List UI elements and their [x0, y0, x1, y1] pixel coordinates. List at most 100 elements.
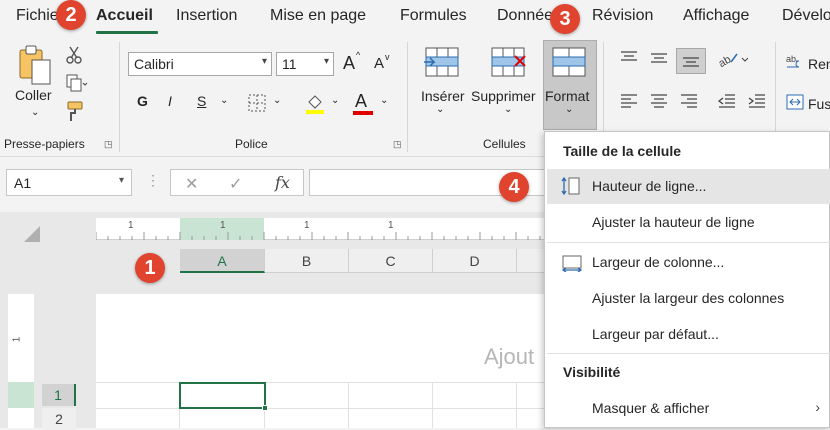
fill-handle[interactable] — [262, 405, 268, 411]
cut-icon[interactable] — [66, 46, 82, 69]
font-size-value: 11 — [282, 56, 297, 72]
fill-color-icon[interactable] — [304, 92, 326, 119]
menu-item-default-width[interactable]: Largeur par défaut... — [547, 317, 830, 352]
tab-formules[interactable]: Formules — [400, 7, 467, 25]
menu-item-column-width[interactable]: Largeur de colonne... — [547, 245, 830, 280]
row-header-1[interactable]: 1 — [42, 384, 76, 406]
insert-label[interactable]: Insérer — [421, 88, 465, 104]
ruler-mark: 1 — [220, 220, 226, 231]
borders-icon[interactable] — [248, 94, 266, 117]
clipboard-group-label: Presse-papiers — [4, 137, 85, 151]
shrink-font-button[interactable]: A — [374, 55, 384, 72]
paste-label: Coller — [15, 87, 52, 103]
insert-dropdown-icon[interactable]: ⌄ — [436, 104, 444, 115]
wrap-text-label[interactable]: Ren — [808, 56, 830, 72]
insert-function-icon[interactable]: fx — [275, 173, 290, 192]
menu-item-row-height[interactable]: Hauteur de ligne... — [547, 169, 830, 204]
copy-icon[interactable] — [66, 74, 88, 97]
chevron-down-icon: ▾ — [118, 175, 124, 186]
align-left-icon[interactable] — [620, 94, 638, 113]
menu-item-autofit-column-width[interactable]: Ajuster la largeur des colonnes — [547, 281, 830, 316]
name-box-value: A1 — [14, 175, 32, 191]
menu-divider — [547, 353, 830, 354]
align-bottom-button[interactable] — [676, 48, 706, 74]
wrap-text-icon[interactable]: ab — [786, 54, 804, 77]
format-label: Format — [545, 88, 590, 104]
increase-indent-icon[interactable] — [748, 94, 766, 113]
ruler-mark: 1 — [128, 220, 134, 231]
menu-item-label: Masquer & afficher — [592, 400, 710, 416]
callout-1: 1 — [135, 253, 165, 283]
align-top-icon[interactable] — [620, 50, 638, 69]
paste-dropdown-icon[interactable]: ⌄ — [31, 107, 39, 118]
column-header-d[interactable]: D — [433, 249, 517, 273]
name-box[interactable]: A1 ▾ — [6, 169, 132, 196]
tab-developpeur[interactable]: Dévelo — [782, 7, 830, 25]
menu-section-cell-size: Taille de la cellule — [563, 143, 682, 159]
row-header-2[interactable]: 2 — [42, 408, 76, 430]
enter-icon[interactable]: ✓ — [229, 174, 242, 194]
grow-font-button[interactable]: A — [343, 53, 355, 74]
menu-item-label: Largeur de colonne... — [592, 254, 725, 270]
insert-cells-icon[interactable] — [422, 46, 462, 83]
clipboard-launcher-icon[interactable]: ◳ — [104, 139, 114, 149]
font-name-value: Calibri — [134, 56, 174, 72]
delete-dropdown-icon[interactable]: ⌄ — [504, 104, 512, 115]
fill-color-dropdown-icon[interactable]: ⌄ — [331, 95, 339, 106]
grid-line — [96, 408, 546, 409]
borders-dropdown-icon[interactable]: ⌄ — [273, 95, 281, 106]
selected-cell-a1[interactable] — [179, 382, 266, 409]
callout-2: 2 — [56, 0, 86, 30]
delete-label[interactable]: Supprimer — [471, 88, 536, 104]
column-header-c[interactable]: C — [349, 249, 433, 273]
align-right-icon[interactable] — [680, 94, 698, 113]
column-header-e[interactable] — [517, 249, 547, 273]
grid-line — [348, 382, 349, 428]
font-color-dropdown-icon[interactable]: ⌄ — [380, 95, 388, 106]
text-orientation-icon[interactable]: ab — [717, 50, 749, 73]
cancel-icon[interactable]: ✕ — [185, 174, 198, 194]
menu-item-label: Largeur par défaut... — [592, 326, 719, 342]
format-cells-icon — [549, 46, 589, 83]
menu-item-autofit-row-height[interactable]: Ajuster la hauteur de ligne — [547, 205, 830, 240]
cells-group-label: Cellules — [483, 137, 526, 151]
formula-buttons: ✕ ✓ fx — [170, 169, 304, 196]
underline-dropdown-icon[interactable]: ⌄ — [220, 95, 228, 106]
format-painter-icon[interactable] — [66, 100, 84, 127]
tab-insertion[interactable]: Insertion — [176, 7, 237, 25]
column-width-icon — [561, 255, 583, 272]
delete-cells-icon[interactable] — [488, 46, 528, 83]
add-header-hint[interactable]: Ajout — [484, 344, 534, 370]
font-color-button[interactable]: A — [355, 91, 367, 112]
tab-revision[interactable]: Révision — [592, 7, 653, 25]
align-center-icon[interactable] — [650, 94, 668, 113]
ruler-mark: 1 — [388, 220, 394, 231]
active-tab-indicator — [96, 31, 158, 34]
menu-item-hide-unhide[interactable]: Masquer & afficher › — [547, 391, 830, 426]
group-divider — [407, 42, 408, 152]
font-group-label: Police — [235, 137, 268, 151]
column-header-a[interactable]: A — [180, 249, 265, 273]
row-height-icon — [561, 176, 580, 196]
bold-button[interactable]: G — [137, 93, 148, 109]
tab-accueil[interactable]: Accueil — [96, 7, 153, 25]
caret-up-icon: ^ — [356, 50, 361, 60]
font-size-combo[interactable]: 11 ▾ — [276, 52, 334, 76]
grid-line — [96, 382, 546, 383]
align-middle-icon[interactable] — [650, 52, 668, 71]
italic-button[interactable]: I — [168, 93, 172, 109]
merge-label[interactable]: Fus — [808, 96, 830, 112]
font-launcher-icon[interactable]: ◳ — [393, 139, 403, 149]
svg-text:ab: ab — [786, 54, 796, 64]
tab-affichage[interactable]: Affichage — [683, 7, 749, 25]
callout-4: 4 — [499, 172, 529, 202]
format-dropdown-menu: Taille de la cellule Hauteur de ligne...… — [544, 131, 830, 428]
merge-center-icon[interactable] — [786, 94, 804, 115]
column-header-b[interactable]: B — [265, 249, 349, 273]
decrease-indent-icon[interactable] — [717, 94, 736, 113]
tab-mise-en-page[interactable]: Mise en page — [270, 7, 366, 25]
font-name-combo[interactable]: Calibri ▾ — [128, 52, 272, 76]
underline-button[interactable]: S — [197, 93, 206, 109]
select-all-icon[interactable] — [24, 226, 40, 247]
ruler-highlight — [8, 382, 34, 408]
